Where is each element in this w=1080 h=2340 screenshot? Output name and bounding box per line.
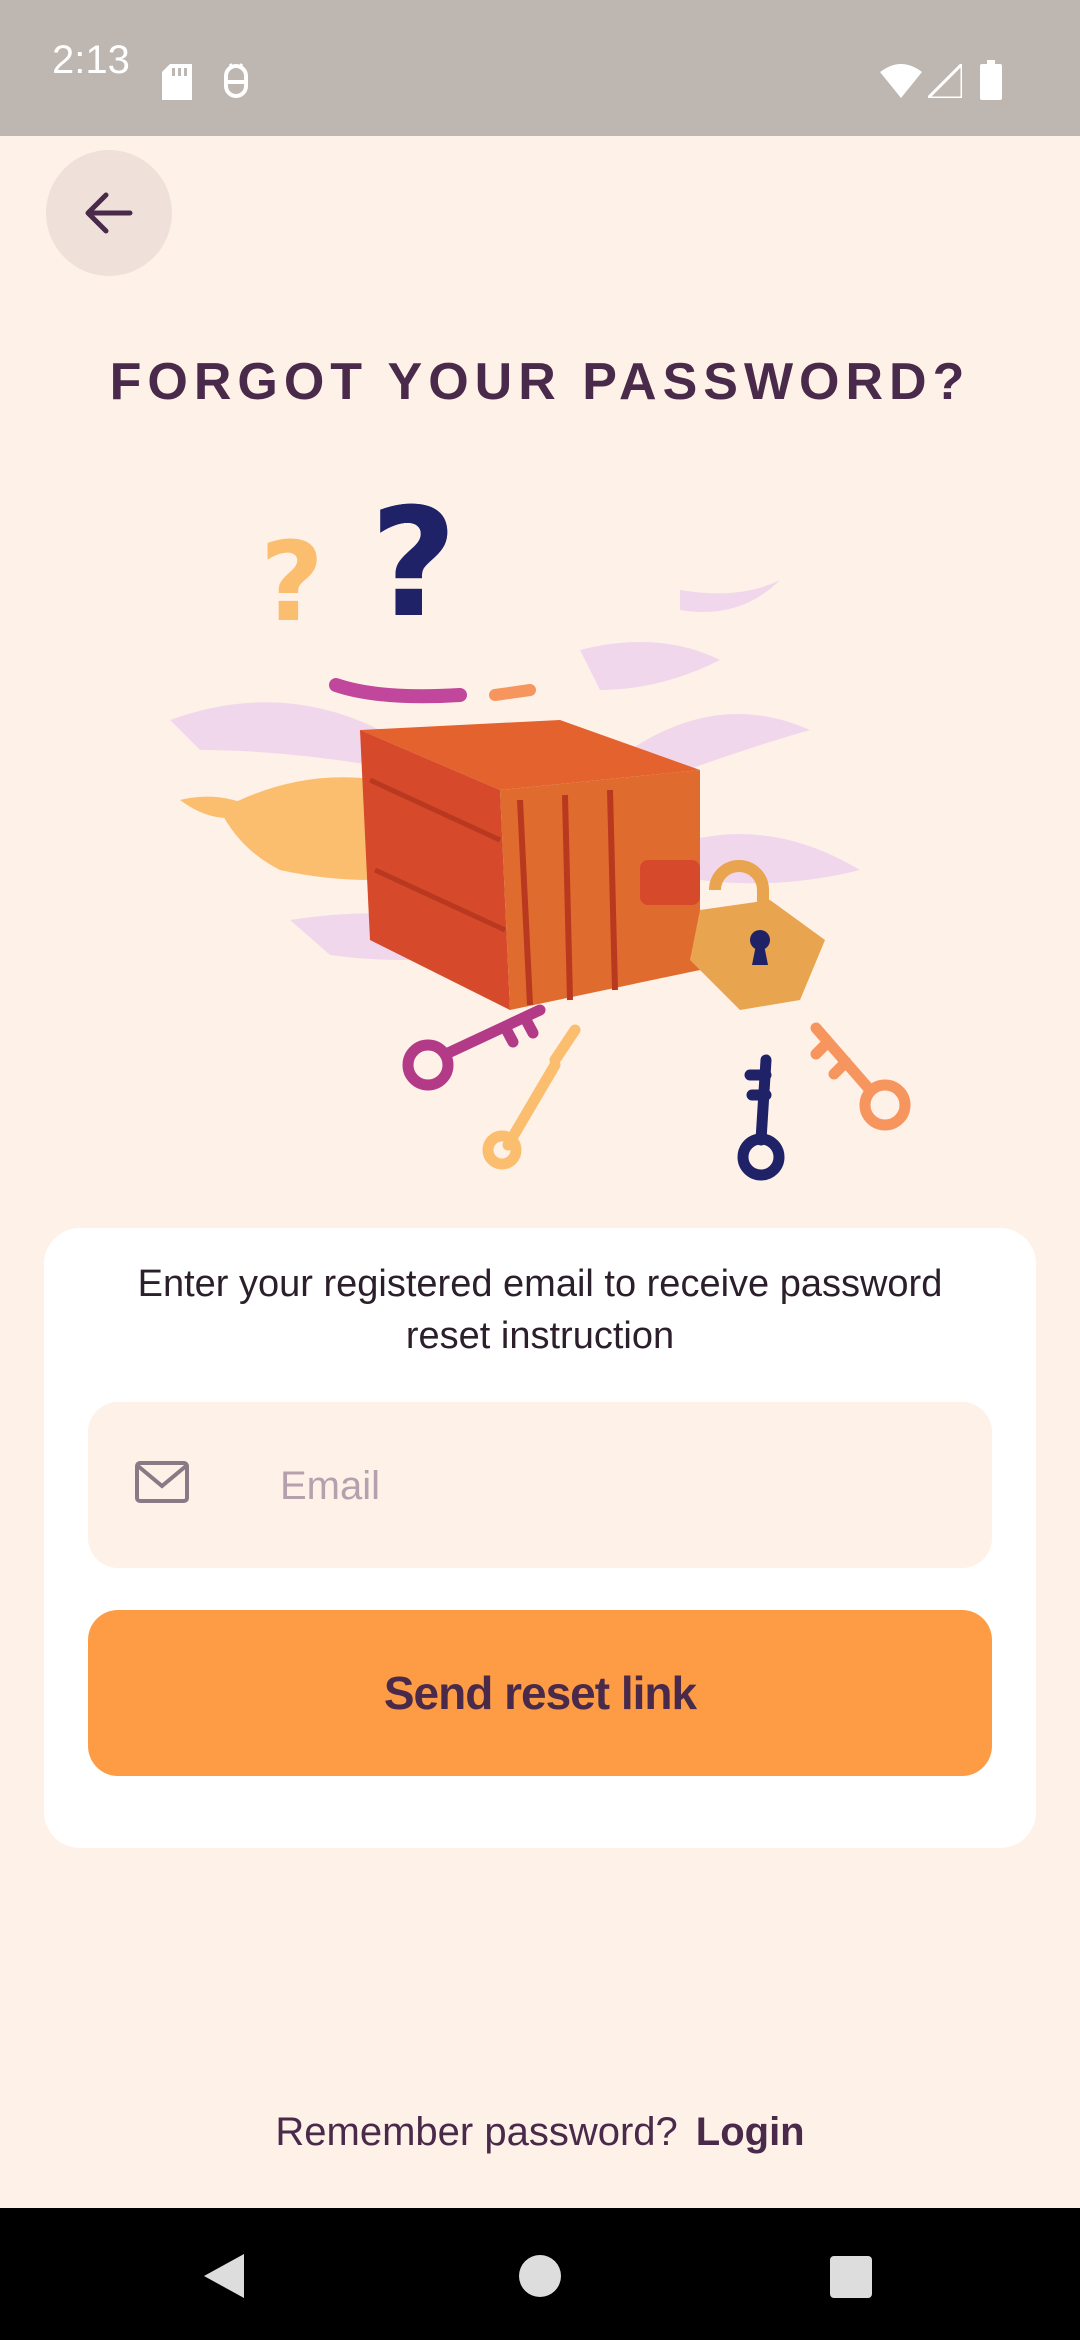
mail-icon [135, 1461, 189, 1503]
footer: Remember password? Login [0, 2110, 1080, 2155]
email-input[interactable] [278, 1402, 972, 1570]
page-title: FORGOT YOUR PASSWORD? [109, 353, 971, 411]
arrow-left-icon [85, 192, 133, 234]
status-time: 2:13 [52, 38, 130, 82]
instruction-text: Enter your registered email to receive p… [137, 1263, 943, 1357]
back-button[interactable] [46, 150, 172, 276]
navigation-bar [0, 2208, 1080, 2340]
debug-icon [224, 63, 248, 98]
battery-icon [980, 60, 1002, 100]
wifi-icon [880, 64, 922, 98]
send-reset-link-button[interactable]: Send reset link [88, 1610, 992, 1776]
signal-icon [928, 64, 962, 98]
sd-card-icon [162, 64, 192, 100]
status-bar: 2:13 [0, 0, 1080, 136]
remember-password-prompt: Remember password? [275, 2110, 678, 2154]
svg-text:?: ? [260, 518, 324, 646]
email-field[interactable] [88, 1402, 992, 1570]
locked-chest-illustration: ? ? ? [170, 477, 911, 1181]
reset-card: Enter your registered email to receive p… [44, 1228, 1036, 1848]
svg-text:?: ? [370, 477, 457, 651]
nav-recents-icon[interactable] [830, 2256, 872, 2298]
nav-back-icon[interactable] [204, 2254, 246, 2298]
nav-home-icon[interactable] [518, 2254, 562, 2298]
login-link[interactable]: Login [696, 2110, 805, 2154]
